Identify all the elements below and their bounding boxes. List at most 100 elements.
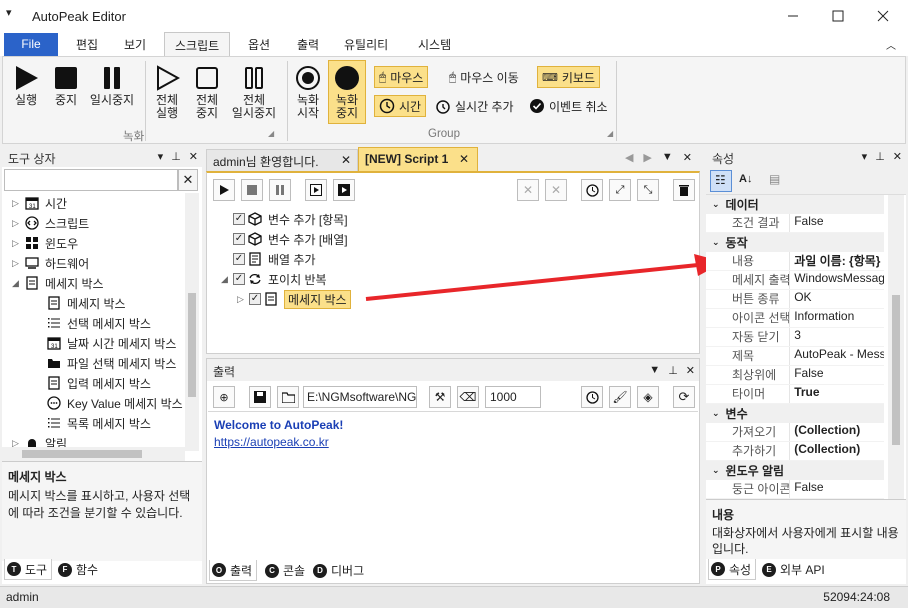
tab-output[interactable]: 출력: [287, 32, 329, 56]
realtime-add-toggle[interactable]: 실시간 추가: [431, 95, 518, 117]
keyboard-toggle[interactable]: ⌨ 키보드: [537, 66, 601, 88]
dropdown-icon[interactable]: ▾: [862, 150, 868, 163]
properties-scrollbar[interactable]: [888, 195, 904, 499]
checkbox[interactable]: ✓: [233, 273, 245, 285]
script-node[interactable]: ✓ 변수 추가 [배열]: [221, 229, 348, 249]
tab-edit[interactable]: 편집: [66, 32, 108, 56]
timestamp-button[interactable]: [581, 386, 603, 408]
property-value[interactable]: 3: [789, 328, 884, 346]
close-tab-icon[interactable]: ✕: [459, 152, 469, 166]
script-node[interactable]: ▷ ✓ 메세지 박스: [237, 289, 351, 309]
tab-utility[interactable]: 유틸리티: [334, 32, 398, 56]
toolbox-item[interactable]: 목록 메세지 박스: [46, 413, 151, 433]
run-script-button[interactable]: [213, 179, 235, 201]
toolbox-item[interactable]: 31 날짜 시간 메세지 박스: [46, 333, 176, 353]
pin-icon[interactable]: ⊥: [171, 150, 181, 163]
property-value[interactable]: False: [789, 214, 884, 232]
output-path-input[interactable]: E:\NGMsoftware\NG: [303, 386, 417, 408]
clear-search-button[interactable]: ✕: [178, 169, 198, 191]
website-link[interactable]: https://autopeak.co.kr: [214, 435, 692, 449]
toolbox-item[interactable]: ▷ 31 시간: [12, 193, 67, 213]
pause-script-button[interactable]: [269, 179, 291, 201]
property-row[interactable]: 가져오기 (Collection): [706, 423, 884, 442]
event-cancel-toggle[interactable]: 이벤트 취소: [525, 95, 612, 117]
eraser-button[interactable]: ⌫: [457, 386, 479, 408]
tab-tools[interactable]: T 도구: [4, 559, 53, 580]
close-button[interactable]: [860, 0, 906, 32]
open-folder-button[interactable]: [277, 386, 299, 408]
pin-icon[interactable]: ⊥: [875, 150, 885, 163]
property-value[interactable]: WindowsMessage: [789, 271, 884, 289]
collapsed-arrow-icon[interactable]: ▷: [237, 294, 249, 305]
categorized-button[interactable]: ☷: [710, 170, 732, 192]
toolbox-item[interactable]: ▷ 윈도우: [12, 233, 78, 253]
record-stop-button[interactable]: 녹화 중지: [328, 60, 366, 124]
chevron-down-icon[interactable]: ⌄: [712, 408, 720, 419]
dropdown-icon[interactable]: ▼: [649, 364, 660, 377]
refresh-button[interactable]: ⟳: [673, 386, 695, 408]
collapse-ribbon-icon[interactable]: ︿: [886, 37, 896, 52]
toolbox-search-input[interactable]: [4, 169, 178, 191]
step-button[interactable]: [305, 179, 327, 201]
expanded-arrow-icon[interactable]: ◢: [12, 278, 24, 289]
editor-tab-script1[interactable]: [NEW] Script 1 ✕: [358, 147, 478, 171]
pause-all-button[interactable]: 전체 일시중지: [227, 65, 281, 120]
toolbox-item[interactable]: 메세지 박스: [46, 293, 126, 313]
property-value[interactable]: (Collection): [789, 442, 884, 460]
quick-access-menu-icon[interactable]: ▾: [6, 6, 12, 19]
property-value[interactable]: True: [789, 385, 884, 403]
property-category[interactable]: ⌄ 데이터: [706, 195, 884, 214]
toolbox-item[interactable]: 파일 선택 메세지 박스: [46, 353, 176, 373]
property-category[interactable]: ⌄ 동작: [706, 233, 884, 252]
run-from-button[interactable]: [333, 179, 355, 201]
property-value[interactable]: AutoPeak - Messa: [789, 347, 884, 365]
chevron-down-icon[interactable]: ⌄: [712, 237, 720, 248]
collapsed-arrow-icon[interactable]: ▷: [12, 258, 24, 269]
dropdown-icon[interactable]: ▾: [158, 150, 164, 163]
chevron-down-icon[interactable]: ⌄: [712, 465, 720, 476]
editor-tab-welcome[interactable]: admin님 환영합니다. ✕: [206, 149, 358, 171]
chevron-down-icon[interactable]: ⌄: [712, 199, 720, 210]
history-button[interactable]: [581, 179, 603, 201]
dropdown-icon[interactable]: ▼: [662, 151, 673, 164]
run-all-button[interactable]: 전체 실행: [151, 65, 183, 120]
checkbox[interactable]: ✓: [233, 233, 245, 245]
tab-system[interactable]: 시스템: [408, 32, 461, 56]
property-pages-button[interactable]: ▤: [766, 170, 788, 192]
script-node[interactable]: ✓ 변수 추가 [항목]: [221, 209, 348, 229]
script-node[interactable]: ◢ ✓ 포이치 반복: [221, 269, 327, 289]
toolbox-item[interactable]: ◢ 메세지 박스: [12, 273, 104, 293]
mouse-toggle[interactable]: 🖱 마우스: [374, 66, 429, 88]
stop-all-button[interactable]: 전체 중지: [191, 65, 223, 120]
property-row[interactable]: 버튼 종류 OK: [706, 290, 884, 309]
toolbox-item[interactable]: 선택 메세지 박스: [46, 313, 151, 333]
collapsed-arrow-icon[interactable]: ▷: [12, 238, 24, 249]
stop-script-button[interactable]: [241, 179, 263, 201]
tab-console[interactable]: C 콘솔: [263, 560, 309, 581]
scroll-right-icon[interactable]: ▶: [643, 151, 651, 164]
time-toggle[interactable]: 시간: [374, 95, 427, 117]
toolbox-item[interactable]: ▷ 하드웨어: [12, 253, 89, 273]
property-value[interactable]: 과일 이름: {항목}: [789, 252, 884, 270]
property-value[interactable]: OK: [789, 290, 884, 308]
pause-button[interactable]: 일시중지: [87, 65, 137, 107]
group-launcher-icon[interactable]: ◢: [607, 129, 613, 138]
toolbox-item[interactable]: Key Value 메세지 박스: [46, 393, 183, 413]
tab-debug[interactable]: D 디버그: [311, 560, 368, 581]
tab-script[interactable]: 스크립트: [164, 32, 231, 56]
tab-file[interactable]: File: [4, 33, 58, 56]
group-launcher-icon[interactable]: ◢: [268, 129, 274, 138]
collapsed-arrow-icon[interactable]: ▷: [12, 218, 24, 229]
tab-external-api[interactable]: E 외부 API: [760, 559, 829, 580]
close-icon[interactable]: ✕: [683, 151, 692, 164]
property-category[interactable]: ⌄ 변수: [706, 404, 884, 423]
collapse-button[interactable]: ⤡: [637, 179, 659, 201]
property-row[interactable]: 메세지 출력 WindowsMessage: [706, 271, 884, 290]
property-category[interactable]: ⌄ 윈도우 알림: [706, 461, 884, 480]
expanded-arrow-icon[interactable]: ◢: [221, 274, 233, 285]
line-count-input[interactable]: 1000: [485, 386, 541, 408]
property-row[interactable]: 조건 결과 False: [706, 214, 884, 233]
property-row[interactable]: 최상위에 False: [706, 366, 884, 385]
property-value[interactable]: False: [789, 480, 884, 498]
tab-properties[interactable]: P 속성: [708, 559, 757, 580]
